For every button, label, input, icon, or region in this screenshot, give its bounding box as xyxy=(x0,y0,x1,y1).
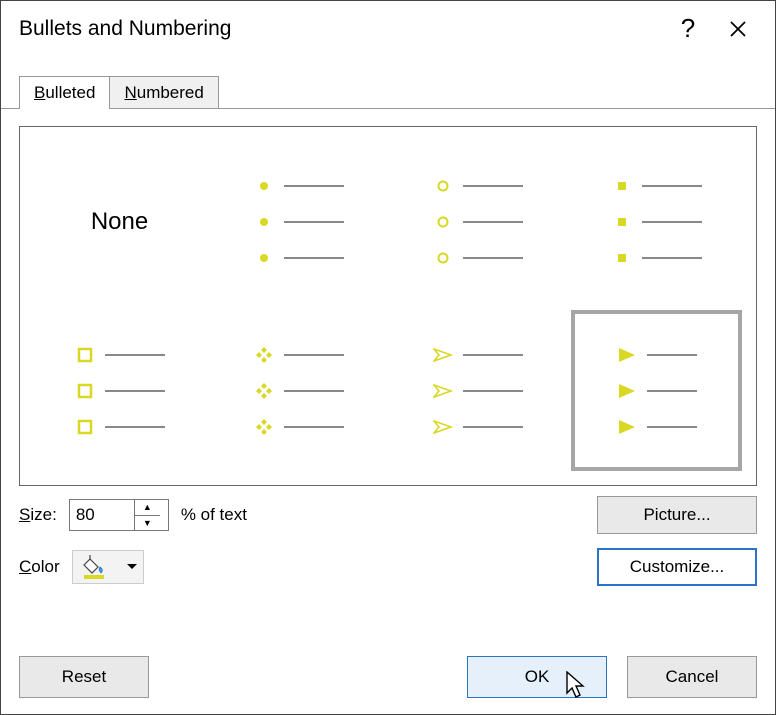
bullet-style-filled-circle[interactable] xyxy=(213,141,384,302)
bullet-style-filled-square[interactable] xyxy=(571,141,742,302)
filled-circle-icon xyxy=(254,176,274,196)
ok-label: OK xyxy=(525,667,550,687)
size-spinner[interactable]: ▲ ▼ xyxy=(69,499,169,531)
tab-numbered[interactable]: Numbered xyxy=(109,76,218,108)
bullets-numbering-dialog: Bullets and Numbering ? Bulleted Numbere… xyxy=(0,0,776,715)
tab-numbered-ul: N xyxy=(124,83,136,102)
size-spin-up[interactable]: ▲ xyxy=(135,500,160,515)
tab-strip: Bulleted Numbered xyxy=(1,76,775,108)
none-label: None xyxy=(91,208,148,236)
size-label: Size: xyxy=(19,505,57,525)
tab-bulleted-ul: B xyxy=(34,83,45,102)
bullet-style-grid: None xyxy=(19,126,757,486)
close-button[interactable] xyxy=(713,1,763,56)
size-spin-down[interactable]: ▼ xyxy=(135,515,160,531)
bullet-style-hollow-circle[interactable] xyxy=(392,141,563,302)
bullet-style-filled-triangle[interactable] xyxy=(571,310,742,471)
filled-square-icon xyxy=(612,176,632,196)
close-icon xyxy=(729,20,747,38)
customize-button[interactable]: Customize... xyxy=(597,548,757,586)
cancel-button[interactable]: Cancel xyxy=(627,656,757,698)
bullet-style-hollow-square[interactable] xyxy=(34,310,205,471)
dropdown-arrow-icon xyxy=(121,563,143,571)
titlebar: Bullets and Numbering ? xyxy=(1,1,775,56)
color-picker[interactable] xyxy=(72,550,144,584)
arrowhead-icon xyxy=(433,345,453,365)
options-area: Size: ▲ ▼ % of text Picture... Color xyxy=(19,496,757,586)
diamond-cluster-icon xyxy=(254,345,274,365)
size-row: Size: ▲ ▼ % of text xyxy=(19,497,587,533)
cancel-label: Cancel xyxy=(666,667,719,687)
ok-button[interactable]: OK xyxy=(467,656,607,698)
bullet-style-arrowhead[interactable] xyxy=(392,310,563,471)
size-input[interactable] xyxy=(70,500,134,530)
size-suffix: % of text xyxy=(181,505,247,525)
bucket-icon xyxy=(73,555,121,579)
bullet-style-none[interactable]: None xyxy=(34,141,205,302)
tab-bulleted-rest: ulleted xyxy=(45,83,95,102)
tab-content: None xyxy=(1,108,775,646)
reset-button[interactable]: Reset xyxy=(19,656,149,698)
bullet-style-diamond-cluster[interactable] xyxy=(213,310,384,471)
hollow-square-icon xyxy=(75,345,95,365)
tab-numbered-rest: umbered xyxy=(137,83,204,102)
color-row: Color xyxy=(19,549,587,585)
dialog-title: Bullets and Numbering xyxy=(19,17,231,41)
hollow-circle-icon xyxy=(433,176,453,196)
color-label: Color xyxy=(19,557,60,577)
dialog-footer: Reset OK Cancel xyxy=(1,646,775,714)
help-button[interactable]: ? xyxy=(663,1,713,56)
tab-bulleted[interactable]: Bulleted xyxy=(19,76,110,108)
filled-triangle-icon xyxy=(617,345,637,365)
picture-button[interactable]: Picture... xyxy=(597,496,757,534)
